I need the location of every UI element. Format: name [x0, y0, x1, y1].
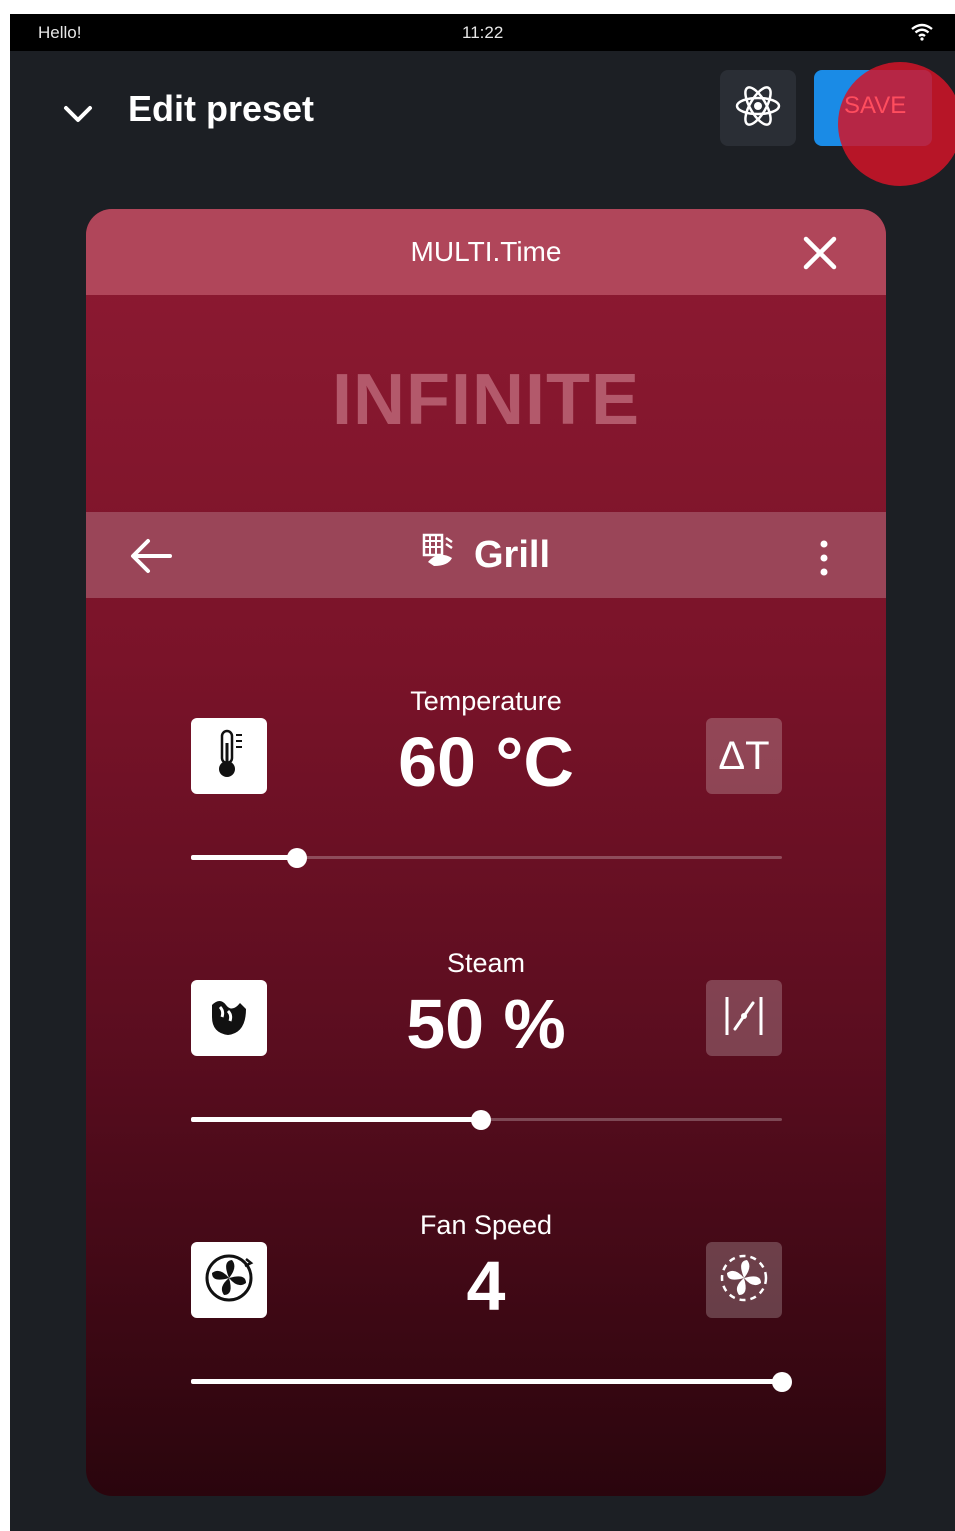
- chevron-down-icon[interactable]: [58, 94, 98, 134]
- delta-t-icon: ΔT: [718, 733, 770, 778]
- card-header: MULTI.Time: [86, 209, 886, 295]
- atom-button[interactable]: [720, 70, 796, 146]
- grill-icon: [422, 532, 456, 578]
- page-title: Edit preset: [128, 88, 315, 129]
- slider-thumb[interactable]: [287, 848, 308, 868]
- save-button[interactable]: [814, 70, 932, 146]
- time-display[interactable]: INFINITE: [86, 359, 886, 441]
- slider-fill: [191, 855, 298, 860]
- program-name: Grill: [473, 533, 551, 576]
- fan-label: Fan Speed: [419, 1210, 553, 1240]
- steam-icon: [206, 993, 252, 1044]
- fan-icon: [202, 1251, 256, 1310]
- temperature-slider[interactable]: [191, 848, 782, 868]
- wifi-icon: [911, 23, 933, 46]
- card-title: MULTI.Time: [410, 236, 562, 267]
- steam-button[interactable]: [191, 980, 267, 1056]
- steam-label: Steam: [446, 948, 526, 978]
- atom-icon: [733, 81, 783, 136]
- steam-valve-button[interactable]: [706, 980, 782, 1056]
- app-screen: Hello! 11:22 Edit preset SAVE MULTI.Time…: [10, 14, 955, 1531]
- program-card: MULTI.Time INFINITE Grill Temperature 60…: [86, 209, 886, 1496]
- temperature-label: Temperature: [410, 686, 562, 716]
- slider-fill: [191, 1117, 481, 1122]
- slider-fill: [191, 1379, 782, 1384]
- thermometer-icon: [209, 727, 249, 786]
- status-time: 11:22: [462, 23, 504, 42]
- status-greeting: Hello!: [38, 23, 82, 42]
- more-vertical-icon[interactable]: [814, 538, 834, 578]
- steam-valve-icon: [719, 991, 769, 1046]
- fan-auto-button[interactable]: [706, 1242, 782, 1318]
- close-icon[interactable]: [798, 231, 842, 275]
- status-bar: Hello! 11:22: [10, 14, 955, 51]
- slider-thumb[interactable]: [772, 1372, 792, 1392]
- program-title: Grill: [86, 532, 886, 578]
- slider-thumb[interactable]: [470, 1110, 491, 1130]
- temperature-button[interactable]: [191, 718, 267, 794]
- fan-button[interactable]: [191, 1242, 267, 1318]
- fan-auto-icon: [717, 1251, 771, 1310]
- delta-t-button[interactable]: ΔT: [706, 718, 782, 794]
- fan-slider[interactable]: [191, 1372, 792, 1392]
- steam-slider[interactable]: [191, 1110, 782, 1130]
- program-bar: Grill: [86, 512, 886, 598]
